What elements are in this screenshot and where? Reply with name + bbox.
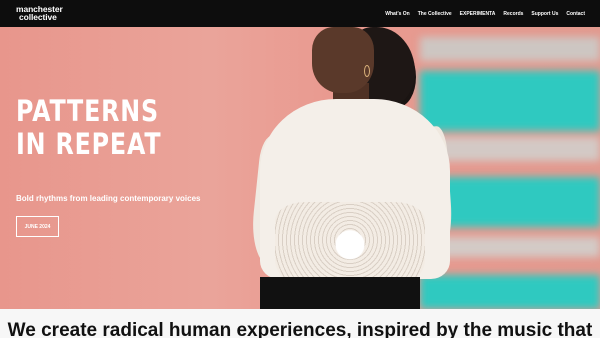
hero-banner: PATTERNS IN REPEAT Bold rhythms from lea… — [0, 27, 600, 309]
top-navigation-bar: manchester collective What's On The Coll… — [0, 0, 600, 27]
hero-title: PATTERNS IN REPEAT — [16, 95, 161, 161]
hero-title-line1: PATTERNS — [16, 94, 159, 128]
nav-whats-on[interactable]: What's On — [385, 11, 410, 17]
hero-photo-woman — [248, 27, 455, 309]
intro-tagline: We create radical human experiences, ins… — [7, 320, 593, 338]
black-trousers — [260, 277, 420, 309]
hero-title-line2: IN REPEAT — [16, 127, 162, 161]
june-2024-button[interactable]: JUNE 2024 — [16, 216, 59, 237]
nav-contact[interactable]: Contact — [566, 11, 585, 17]
main-nav: What's On The Collective EXPERIMENTA Rec… — [377, 0, 585, 27]
nav-support-us[interactable]: Support Us — [531, 11, 558, 17]
nav-experimenta[interactable]: EXPERIMENTA — [460, 11, 496, 17]
nav-the-collective[interactable]: The Collective — [418, 11, 452, 17]
intro-section: We create radical human experiences, ins… — [0, 309, 600, 338]
earring — [364, 65, 370, 77]
hero-subtitle: Bold rhythms from leading contemporary v… — [16, 194, 201, 203]
logo-line2: collective — [19, 12, 57, 22]
manchester-collective-logo[interactable]: manchester collective — [16, 5, 63, 22]
face — [312, 27, 374, 93]
nav-records[interactable]: Records — [503, 11, 523, 17]
